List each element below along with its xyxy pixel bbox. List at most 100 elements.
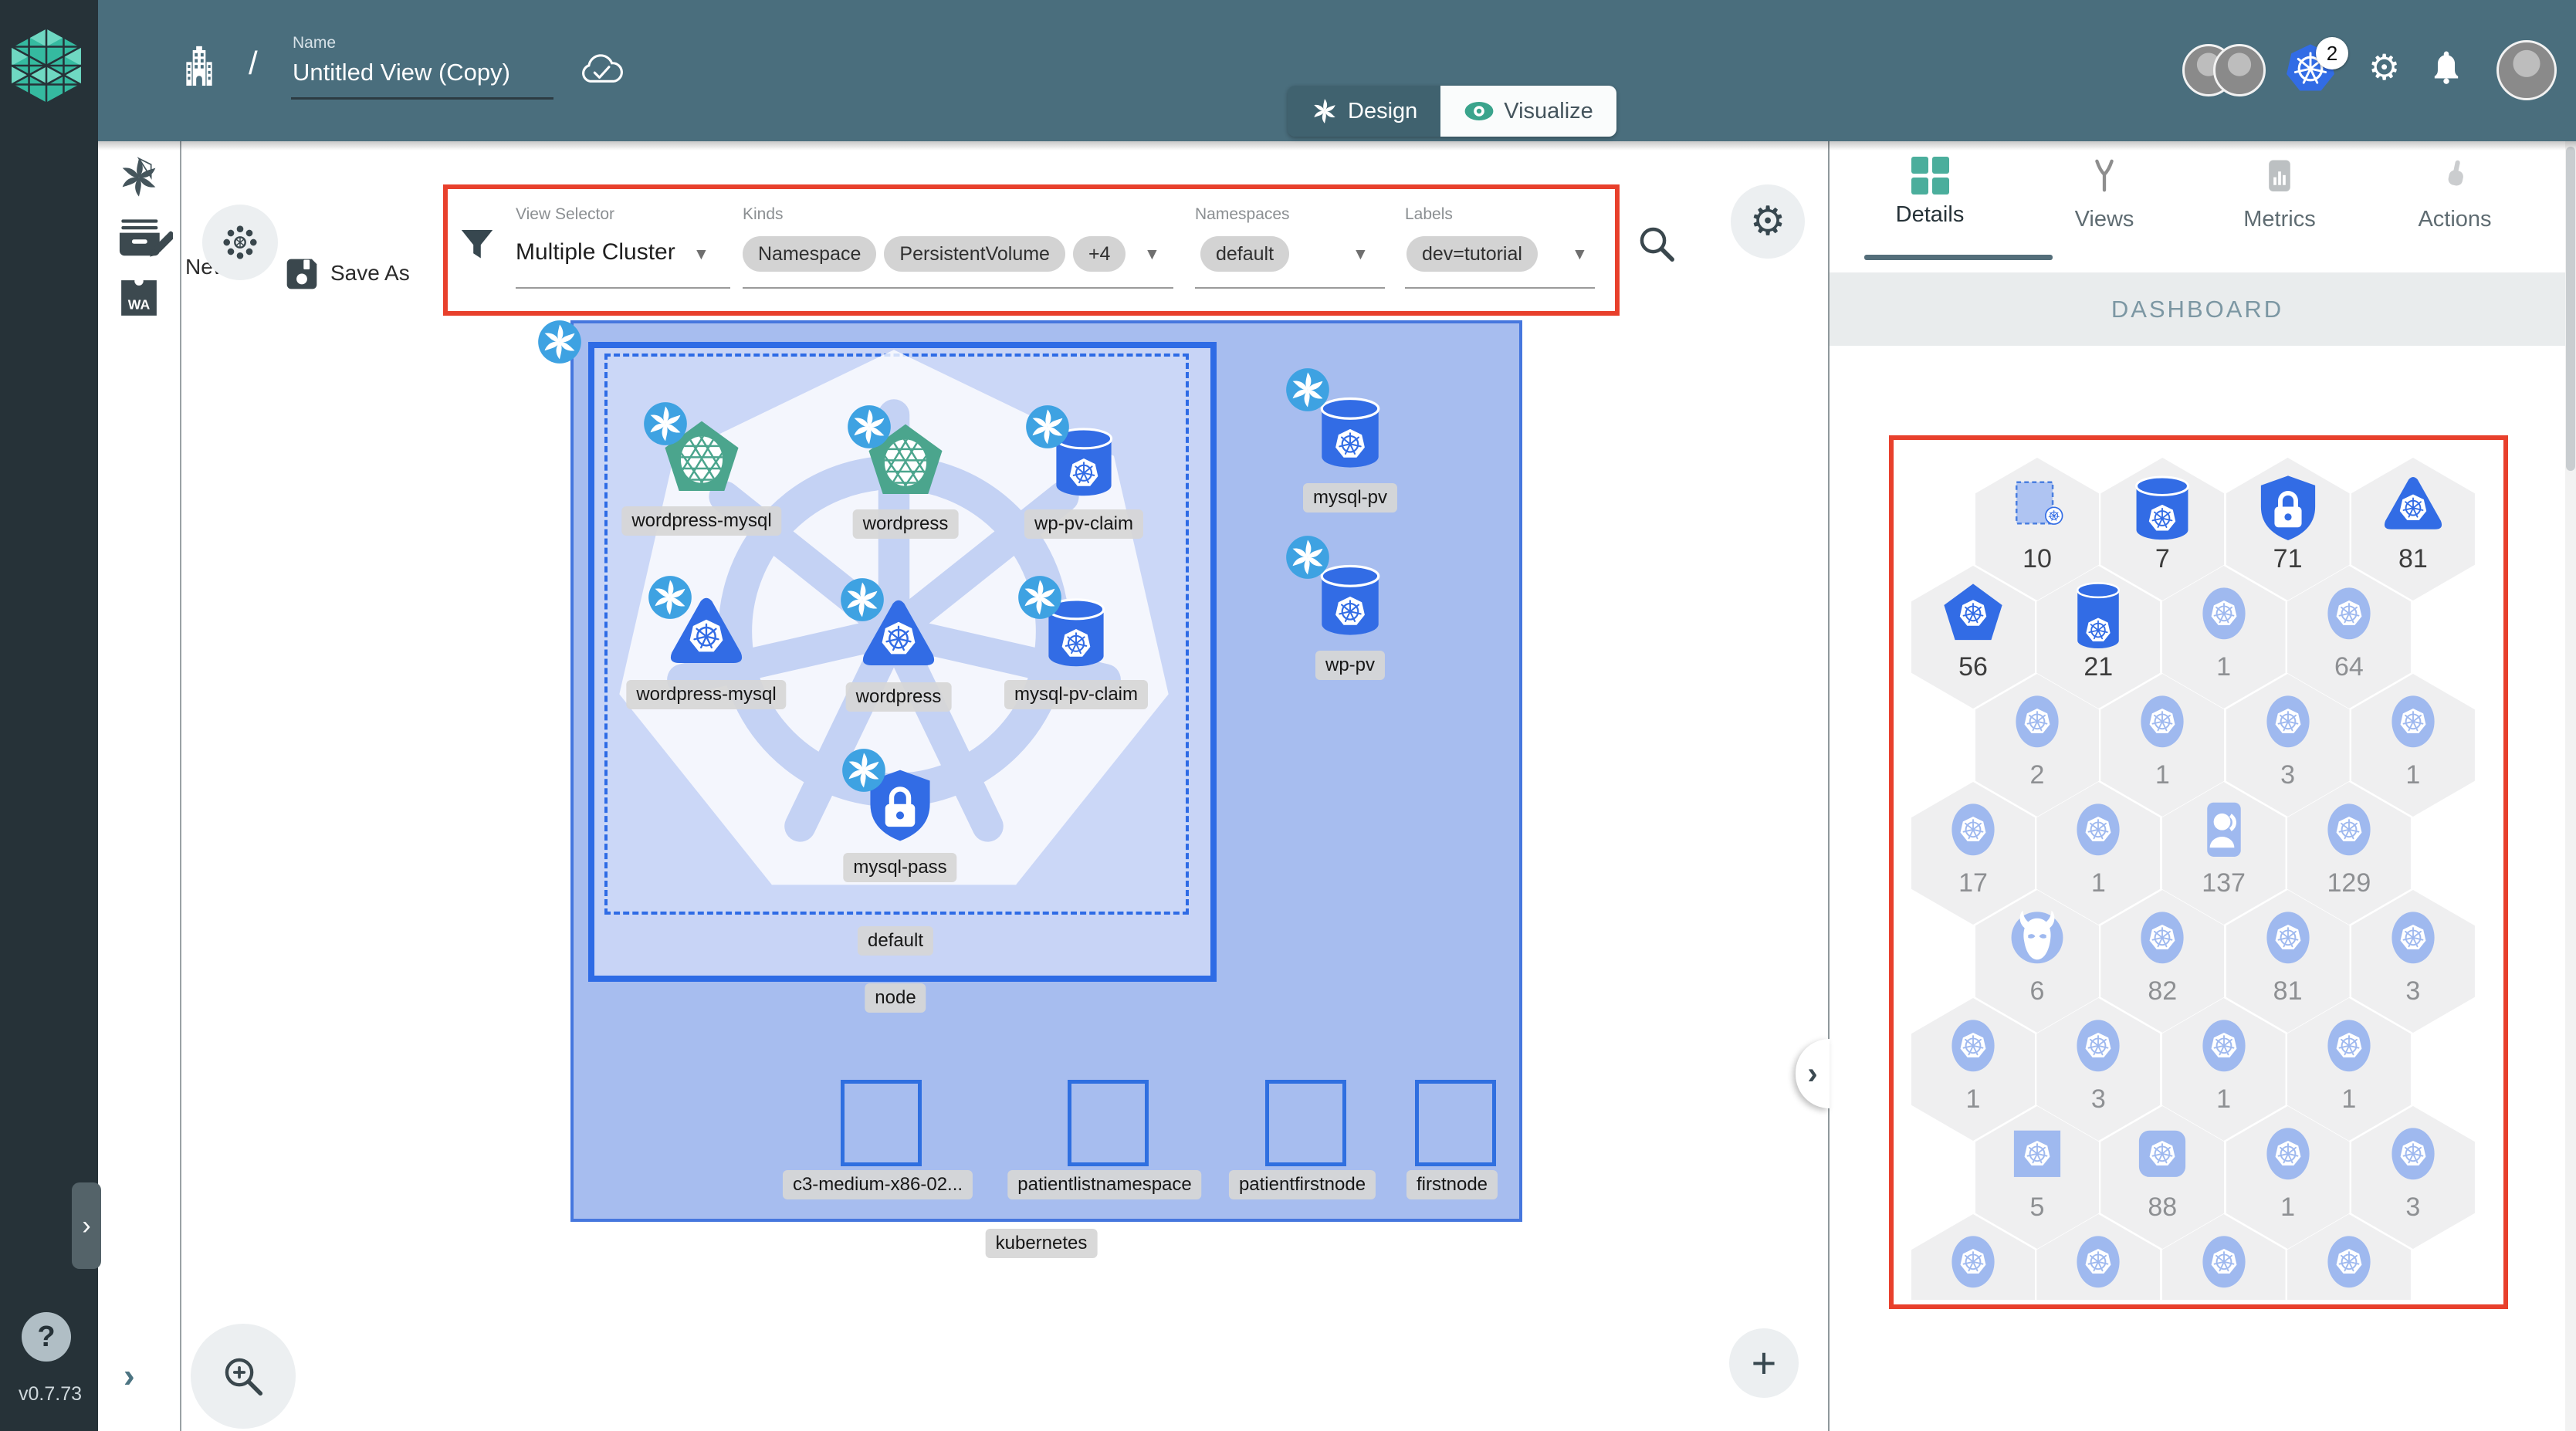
meshery-logo[interactable] xyxy=(11,26,82,107)
visualize-eye-icon xyxy=(1464,102,1494,120)
resource-count: 1 xyxy=(2280,1192,2296,1222)
service-icon xyxy=(1944,584,2002,641)
meshery-sync-badge xyxy=(648,576,692,619)
sidebar-expand-chevron[interactable]: › xyxy=(72,1182,101,1269)
actions-hand-icon xyxy=(2448,160,2463,186)
user-icon xyxy=(2206,802,2241,857)
rail-expand-chevron[interactable]: › xyxy=(124,1357,135,1395)
resource-count: 137 xyxy=(2202,868,2246,898)
meshery-sync-badge xyxy=(1286,368,1329,411)
name-input-underline xyxy=(291,97,553,100)
resource-count: 21 xyxy=(2083,652,2114,682)
version-text: v0.7.73 xyxy=(19,1383,83,1405)
resource-count: 81 xyxy=(2273,976,2303,1006)
active-tab-underline xyxy=(1864,255,2053,260)
zoom-in-button[interactable] xyxy=(191,1324,296,1429)
rounded-icon xyxy=(2139,1130,2186,1177)
header-shadow xyxy=(98,141,2576,151)
entity-label: wp-pv-claim xyxy=(1024,509,1144,539)
entity-label: node xyxy=(865,983,926,1013)
plus-icon: + xyxy=(1751,1338,1777,1387)
resource-count: 3 xyxy=(2405,1192,2421,1222)
pvc-icon xyxy=(2135,475,2190,540)
resource-count: 10 xyxy=(2023,544,2052,573)
mode-toggle: Design Visualize xyxy=(1288,86,1616,137)
canvas-tool-rail xyxy=(98,141,181,1431)
visualize-label: Visualize xyxy=(1504,98,1593,123)
meshery-spiral-tool-icon[interactable] xyxy=(117,156,161,203)
tab-actions[interactable]: Actions xyxy=(2378,157,2532,232)
k8s-icon xyxy=(2327,1236,2371,1288)
meshery-sync-badge xyxy=(644,402,687,445)
resource-count: 3 xyxy=(2405,976,2421,1006)
collaborator-avatar[interactable] xyxy=(2213,44,2266,96)
tab-design[interactable]: Design xyxy=(1288,86,1441,137)
k8s-icon xyxy=(2392,1128,2435,1180)
square-icon xyxy=(2013,1130,2061,1177)
resource-count: 2 xyxy=(2029,760,2045,790)
k8s-icon xyxy=(2266,695,2310,748)
resource-count: 3 xyxy=(2090,1084,2106,1114)
organization-icon[interactable] xyxy=(174,43,224,96)
meshery-sync-badge xyxy=(848,405,891,448)
meshery-sync-badge xyxy=(538,320,581,364)
resource-count: 17 xyxy=(1958,868,1988,898)
resource-count: 81 xyxy=(2398,544,2428,573)
k8s-icon xyxy=(2202,587,2246,640)
resource-count: 6 xyxy=(2029,976,2045,1006)
entity-label: kubernetes xyxy=(985,1229,1098,1258)
breadcrumb-separator: / xyxy=(249,45,258,81)
k8s-node-rect[interactable] xyxy=(1265,1080,1346,1166)
k8s-node-rect[interactable] xyxy=(1068,1080,1149,1166)
meshery-sync-badge xyxy=(1286,536,1329,579)
k8s-icon xyxy=(1951,1236,1995,1288)
resource-count: 1 xyxy=(1965,1084,1981,1114)
entity-label: mysql-pv-claim xyxy=(1004,680,1149,709)
meshery-sync-badge xyxy=(1026,405,1069,448)
help-icon[interactable]: ? xyxy=(22,1312,71,1362)
resource-count: 3 xyxy=(2280,760,2296,790)
meshery-sync-badge xyxy=(1018,576,1061,619)
k8s-icon xyxy=(2077,1020,2120,1072)
namespace-icon xyxy=(2015,481,2063,525)
name-input[interactable]: Untitled View (Copy) xyxy=(293,59,510,86)
resource-hex-grid: 10 7 71 81 56 21 1 64 2 1 3 1 17 1 137 129 6 82 81 3 1 3 1 1 5 88… xyxy=(1894,440,2499,1300)
settings-gear-icon[interactable]: ⚙ xyxy=(2368,49,2400,85)
notifications-bell-icon[interactable] xyxy=(2429,48,2464,90)
resource-count: 129 xyxy=(2327,868,2371,898)
kanvas-app: / Name Untitled View (Copy) Design Visua… xyxy=(0,0,2576,1431)
resource-count: 64 xyxy=(2334,652,2364,682)
svg-text:WA: WA xyxy=(128,297,151,313)
resource-count: 1 xyxy=(2090,868,2106,898)
k8s-node-rect[interactable] xyxy=(1415,1080,1496,1166)
meshery-sync-badge xyxy=(842,749,885,792)
tab-views[interactable]: Views xyxy=(2027,157,2182,232)
entity-label: firstnode xyxy=(1406,1170,1498,1199)
details-grid-icon xyxy=(1911,157,1949,195)
wasm-filter-icon[interactable]: WA xyxy=(119,276,159,322)
entity-label: wordpress-mysql xyxy=(626,680,787,709)
name-field-label: Name xyxy=(293,34,337,52)
dashboard-title: DASHBOARD xyxy=(2111,295,2284,323)
k8s-icon xyxy=(2266,1128,2310,1180)
entity-label: wordpress xyxy=(845,682,952,712)
user-avatar[interactable] xyxy=(2496,40,2557,100)
resource-count: 5 xyxy=(2029,1192,2045,1222)
design-label: Design xyxy=(1348,98,1418,123)
k8s-icon xyxy=(1951,803,1995,856)
tab-visualize[interactable]: Visualize xyxy=(1440,86,1616,137)
resource-count: 71 xyxy=(2273,544,2303,573)
panel-scrollbar-thumb[interactable] xyxy=(2566,147,2575,471)
add-node-button[interactable]: + xyxy=(1729,1328,1799,1398)
metrics-icon xyxy=(2269,160,2290,192)
resource-count: 1 xyxy=(2155,760,2170,790)
catalog-edit-icon[interactable] xyxy=(116,215,176,266)
k8s-node-rect[interactable] xyxy=(841,1080,922,1166)
resource-count: 88 xyxy=(2148,1192,2178,1222)
entity-label: patientfirstnode xyxy=(1228,1170,1376,1199)
resource-count: 1 xyxy=(2405,760,2421,790)
pv-icon xyxy=(2077,582,2121,648)
k8s-icon xyxy=(2266,912,2310,964)
tab-metrics[interactable]: Metrics xyxy=(2202,157,2357,232)
tab-details[interactable]: Details xyxy=(1853,157,2053,260)
